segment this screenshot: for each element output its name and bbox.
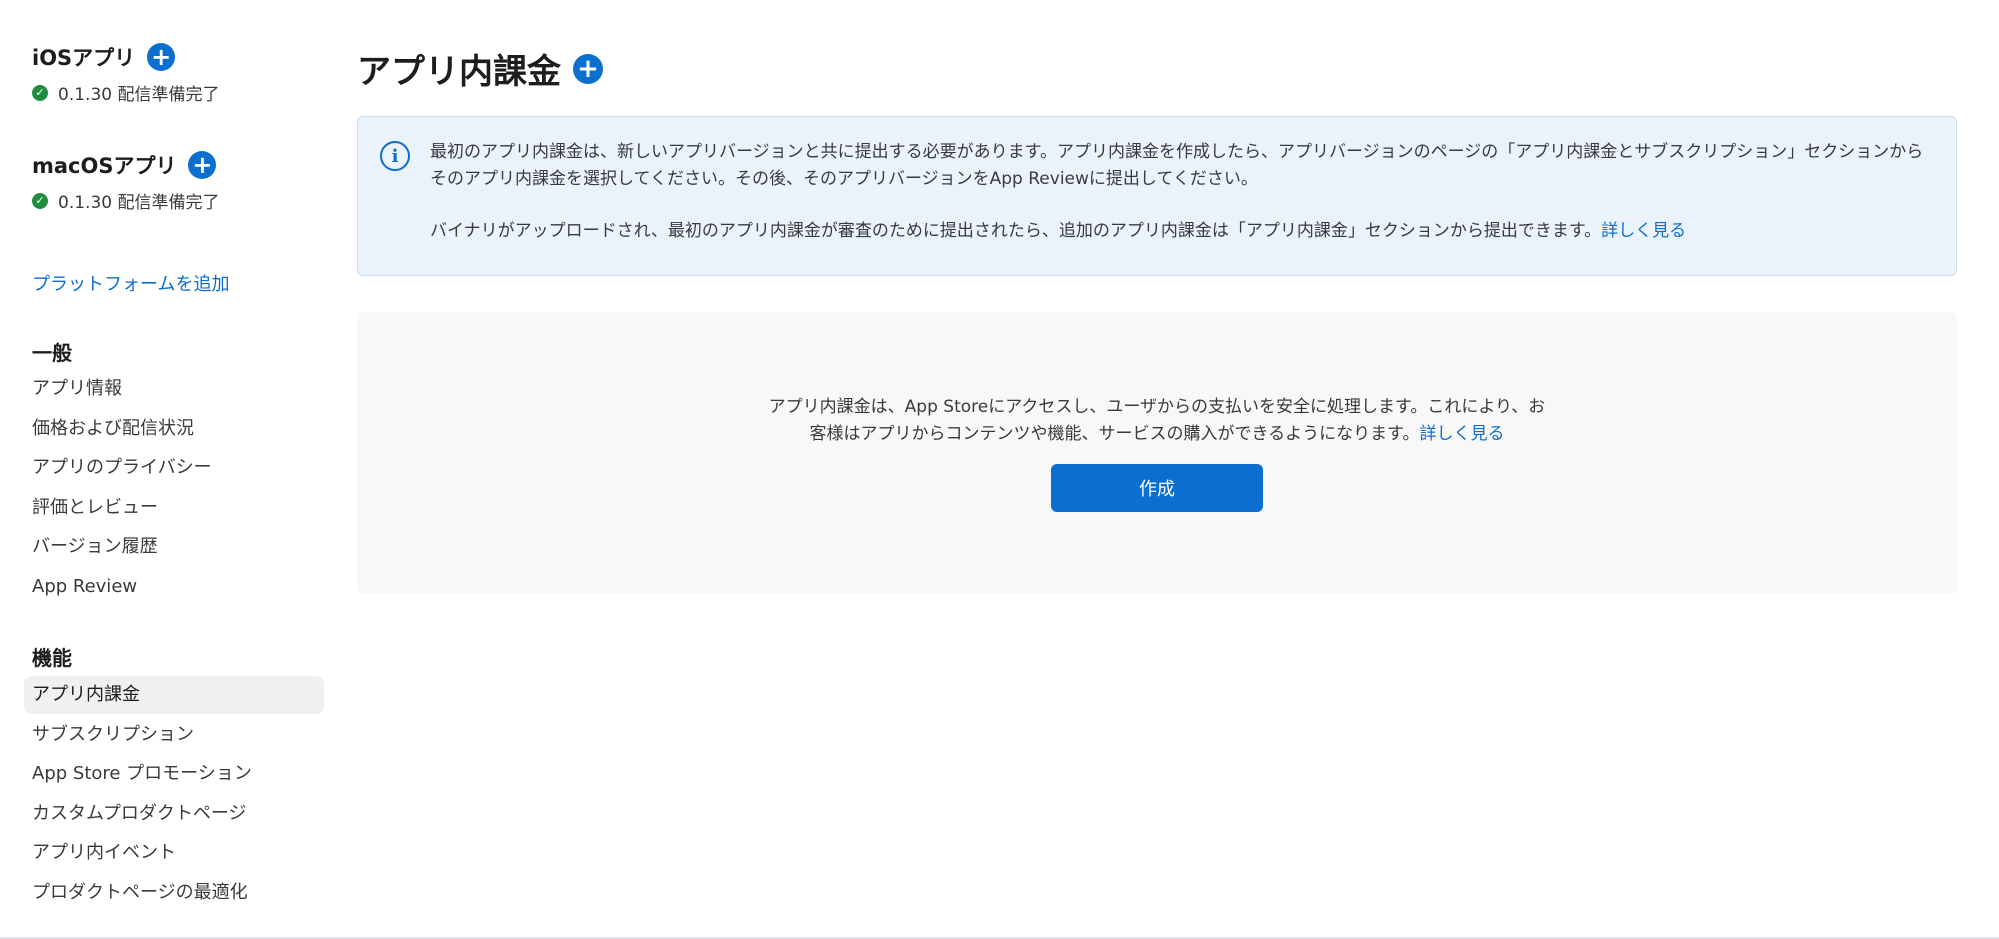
add-platform-link[interactable]: プラットフォームを追加	[32, 270, 229, 296]
page-title: アプリ内課金	[357, 52, 561, 92]
sidebar-item-app-store-promotions[interactable]: App Store プロモーション	[24, 755, 324, 793]
empty-state-line-2: 客様はアプリからコンテンツや機能、サービスの購入ができるようになります。	[809, 424, 1420, 444]
platform-ios: iOSアプリ + ✓ 0.1.30 配信準備完了	[32, 42, 219, 105]
sidebar-item-app-info[interactable]: アプリ情報	[24, 370, 324, 408]
sidebar-item-app-review[interactable]: App Review	[24, 568, 324, 606]
sidebar-item-product-page-optimization[interactable]: プロダクトページの最適化	[24, 874, 324, 912]
info-banner: i 最初のアプリ内課金は、新しいアプリバージョンと共に提出する必要があります。ア…	[357, 116, 1957, 276]
platform-ios-status-text[interactable]: 0.1.30 配信準備完了	[58, 80, 219, 105]
platform-macos-title[interactable]: macOSアプリ	[32, 150, 176, 180]
learn-more-link[interactable]: 詳しく見る	[1601, 221, 1686, 241]
sidebar-item-subscriptions[interactable]: サブスクリプション	[24, 716, 324, 754]
empty-state-line-1: アプリ内課金は、App Storeにアクセスし、ユーザからの支払いを安全に処理し…	[768, 397, 1546, 417]
empty-state-text: アプリ内課金は、App Storeにアクセスし、ユーザからの支払いを安全に処理し…	[357, 394, 1957, 448]
empty-state-learn-more-link[interactable]: 詳しく見る	[1419, 424, 1504, 444]
add-ios-version-plus-icon[interactable]: +	[147, 43, 176, 71]
platform-macos-status-text[interactable]: 0.1.30 配信準備完了	[58, 188, 219, 213]
info-banner-text: 最初のアプリ内課金は、新しいアプリバージョンと共に提出する必要があります。アプリ…	[430, 139, 1926, 245]
platform-ios-title[interactable]: iOSアプリ	[32, 42, 135, 72]
sidebar: iOSアプリ + ✓ 0.1.30 配信準備完了 macOSアプリ + ✓ 0.…	[0, 0, 340, 939]
sidebar-item-ratings[interactable]: 評価とレビュー	[24, 489, 324, 527]
sidebar-item-privacy[interactable]: アプリのプライバシー	[24, 449, 324, 487]
sidebar-item-version-history[interactable]: バージョン履歴	[24, 528, 324, 566]
info-circle-icon: i	[380, 141, 410, 171]
empty-state-panel: アプリ内課金は、App Storeにアクセスし、ユーザからの支払いを安全に処理し…	[357, 312, 1957, 594]
info-paragraph-2: バイナリがアップロードされ、最初のアプリ内課金が審査のために提出されたら、追加の…	[430, 221, 1602, 241]
create-button[interactable]: 作成	[1051, 464, 1263, 512]
sidebar-item-pricing[interactable]: 価格および配信状況	[24, 410, 324, 448]
platform-ios-status: ✓ 0.1.30 配信準備完了	[32, 80, 219, 105]
sidebar-item-in-app-purchases[interactable]: アプリ内課金	[24, 676, 324, 714]
add-macos-version-plus-icon[interactable]: +	[188, 151, 217, 179]
add-in-app-purchase-plus-icon[interactable]: +	[573, 53, 603, 84]
nav-list-features: アプリ内課金 サブスクリプション App Store プロモーション カスタムプ…	[24, 676, 324, 913]
section-heading-features: 機能	[32, 646, 72, 670]
check-circle-icon: ✓	[32, 84, 48, 101]
sidebar-item-in-app-events[interactable]: アプリ内イベント	[24, 834, 324, 872]
info-paragraph-1: 最初のアプリ内課金は、新しいアプリバージョンと共に提出する必要があります。アプリ…	[430, 142, 1924, 189]
section-heading-general: 一般	[32, 341, 72, 365]
nav-list-general: アプリ情報 価格および配信状況 アプリのプライバシー 評価とレビュー バージョン…	[24, 370, 324, 607]
page-header: アプリ内課金 +	[357, 44, 603, 93]
platform-macos: macOSアプリ + ✓ 0.1.30 配信準備完了	[32, 150, 219, 213]
platform-macos-status: ✓ 0.1.30 配信準備完了	[32, 188, 219, 213]
check-circle-icon: ✓	[32, 192, 48, 209]
sidebar-item-custom-product-pages[interactable]: カスタムプロダクトページ	[24, 795, 324, 833]
